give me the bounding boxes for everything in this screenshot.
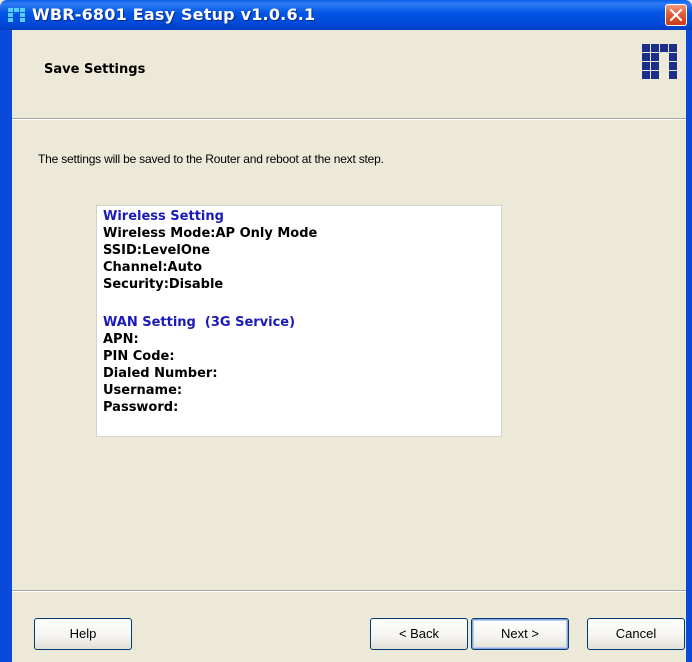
- apn-value: APN:: [103, 332, 139, 347]
- intro-text: The settings will be saved to the Router…: [38, 152, 384, 166]
- wizard-header: Save Settings: [12, 30, 686, 119]
- dialed-number-value: Dialed Number:: [103, 366, 218, 381]
- wizard-body: The settings will be saved to the Router…: [12, 120, 686, 588]
- title-bar[interactable]: WBR-6801 Easy Setup v1.0.6.1: [0, 0, 692, 30]
- pin-code-value: PIN Code:: [103, 349, 175, 364]
- close-button[interactable]: [665, 4, 687, 26]
- username-value: Username:: [103, 383, 183, 398]
- wan-heading: WAN Setting (3G Service): [103, 315, 296, 330]
- back-button[interactable]: < Back: [370, 618, 468, 650]
- button-separator-highlight: [12, 591, 686, 592]
- close-icon: [670, 9, 682, 21]
- page-title: Save Settings: [44, 62, 146, 77]
- cancel-button[interactable]: Cancel: [587, 618, 685, 650]
- setup-window: WBR-6801 Easy Setup v1.0.6.1 Save Settin…: [0, 0, 692, 662]
- settings-summary: Wireless Setting Wireless Mode:AP Only M…: [96, 205, 502, 437]
- wireless-heading: Wireless Setting: [103, 209, 224, 224]
- channel-value: Channel:Auto: [103, 260, 203, 275]
- password-value: Password:: [103, 400, 179, 415]
- next-button[interactable]: Next >: [471, 618, 569, 650]
- ssid-value: SSID:LevelOne: [103, 243, 210, 258]
- help-button[interactable]: Help: [34, 618, 132, 650]
- wireless-mode: Wireless Mode:AP Only Mode: [103, 226, 318, 241]
- levelone-logo: [642, 44, 678, 80]
- security-value: Security:Disable: [103, 277, 224, 292]
- window-title: WBR-6801 Easy Setup v1.0.6.1: [32, 5, 316, 24]
- app-icon: [8, 8, 26, 22]
- window-border-left: [0, 30, 12, 662]
- window-border-right: [686, 30, 692, 662]
